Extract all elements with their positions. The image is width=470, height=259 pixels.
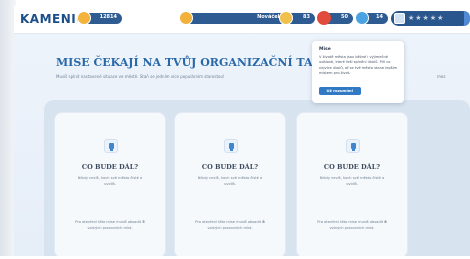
profile-menu-toggle[interactable] (464, 11, 470, 26)
mission-card[interactable]: CO BUDE DÁL? Nikdy nevíš, hoch své město… (174, 112, 286, 256)
mission-card[interactable]: CO BUDE DÁL? Nikdy nevíš, hoch své město… (54, 112, 166, 256)
coin-icon (77, 11, 91, 25)
gem-icon (355, 11, 369, 25)
page-subtitle: Musíš splnit nastavené situace ve městě.… (56, 74, 225, 79)
happiness-value: 83 (303, 14, 310, 20)
missions-tooltip: Mise V životě města jsou běžné i výjimeč… (312, 41, 404, 103)
tooltip-title: Mise (319, 47, 331, 52)
avatar (394, 13, 405, 24)
page-title: MISE ČEKAJÍ NA TVŮJ ORGANIZAČNÍ TALENT (56, 56, 347, 69)
happiness-badge[interactable]: 83 (279, 11, 315, 25)
mission-title: CO BUDE DÁL? (323, 163, 381, 171)
mission-requirement: Pro otevření této mise musíš obsadit 8 v… (195, 220, 265, 230)
lock-icon (224, 139, 238, 153)
mission-description: Nikdy nevíš, hoch své město čisté a uvid… (77, 176, 143, 186)
mission-card[interactable]: CO BUDE DÁL? Nikdy nevíš, hoch své město… (296, 112, 408, 256)
targets-badge[interactable]: 50 (317, 11, 353, 25)
gems-value: 14 (376, 14, 383, 20)
lock-icon (104, 139, 118, 153)
mission-requirement: Pro otevření této mise musíš obsadit 8 v… (317, 220, 387, 230)
smile-icon (279, 11, 293, 25)
game-page: KAMENICE 12814 Nováček 83 50 14 ★★★★★ MI… (14, 6, 470, 256)
missions-panel: CO BUDE DÁL? Nikdy nevíš, hoch své město… (44, 100, 470, 256)
top-bar: KAMENICE 12814 Nováček 83 50 14 ★★★★★ (14, 6, 470, 34)
mission-requirement: Pro otevření této mise musíš obsadit 5 v… (75, 220, 145, 230)
target-icon (317, 11, 331, 25)
tooltip-text: V životě města jsou běžné i výjimečné ud… (319, 55, 398, 76)
understood-button[interactable]: Už rozumím! (319, 87, 361, 95)
rating-stars: ★★★★★ (408, 14, 445, 22)
lock-icon (346, 139, 360, 153)
screenshot-frame: KAMENICE 12814 Nováček 83 50 14 ★★★★★ MI… (0, 0, 470, 259)
rank-value: Nováček (257, 14, 281, 20)
coins-value: 12814 (99, 14, 117, 20)
mission-description: Nikdy nevíš, hoch své město čisté a uvid… (197, 176, 263, 186)
rank-badge[interactable]: Nováček (179, 11, 286, 25)
gems-badge[interactable]: 14 (355, 11, 388, 25)
mission-description: Nikdy nevíš, hoch své město čisté a uvid… (319, 176, 385, 186)
coins-badge[interactable]: 12814 (77, 11, 122, 25)
mission-title: CO BUDE DÁL? (81, 163, 139, 171)
targets-value: 50 (341, 14, 348, 20)
page-subtitle-tail: mez (437, 74, 446, 79)
mission-title: CO BUDE DÁL? (201, 163, 259, 171)
profile-badge[interactable]: ★★★★★ (391, 11, 470, 26)
trophy-icon (179, 11, 193, 25)
